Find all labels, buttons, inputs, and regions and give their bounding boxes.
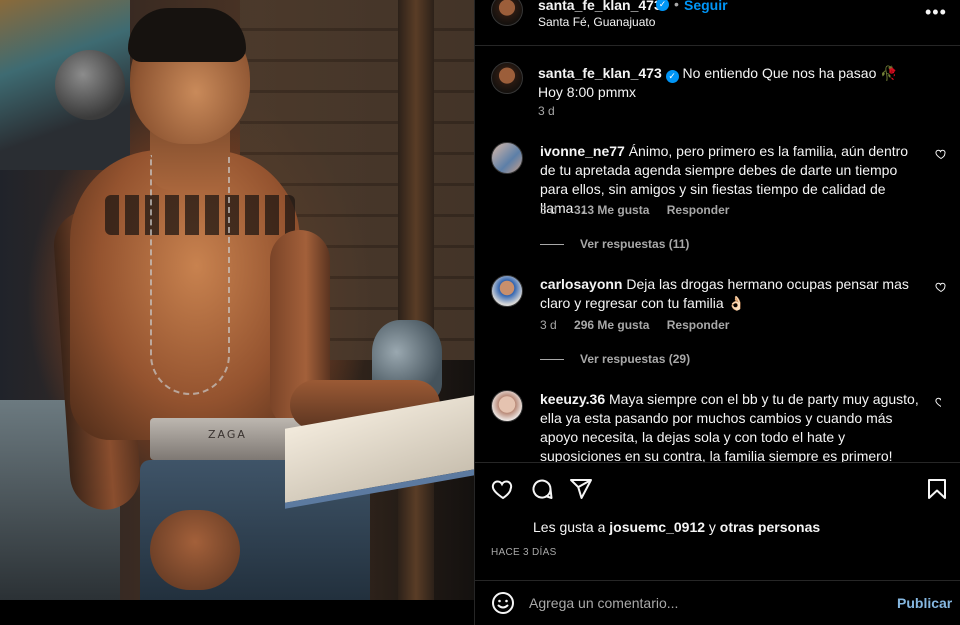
- comment-reply-button[interactable]: Responder: [667, 318, 730, 332]
- more-options-icon[interactable]: •••: [925, 2, 947, 23]
- comment-like-heart-icon[interactable]: [935, 396, 941, 408]
- comment-icon[interactable]: [530, 477, 554, 501]
- likes-others-link[interactable]: otras personas: [720, 519, 820, 535]
- author-username[interactable]: santa_fe_klan_473: [538, 0, 662, 13]
- view-replies-button[interactable]: Ver respuestas (11): [540, 237, 689, 251]
- likes-middle: y: [705, 519, 720, 535]
- commenter-username[interactable]: keeuzy.36: [540, 391, 605, 407]
- view-replies-button[interactable]: Ver respuestas (29): [540, 352, 690, 366]
- caption-author-avatar[interactable]: [491, 62, 523, 94]
- caption-line-1: No entiendo Que nos ha pasao 🥀: [682, 65, 898, 81]
- header-separator: •: [674, 0, 679, 12]
- comment-like-heart-icon[interactable]: [935, 281, 947, 293]
- caption-line-2: Hoy 8:00 pmmx: [538, 84, 637, 100]
- comment-text: keeuzy.36 Maya siempre con el bb y tu de…: [540, 390, 926, 462]
- post-photo[interactable]: ZAGA: [0, 0, 474, 600]
- view-replies-label: Ver respuestas (11): [580, 237, 690, 251]
- post-header: santa_fe_klan_473 ✓ • Seguir Santa Fé, G…: [475, 0, 960, 46]
- liker-avatar[interactable]: [505, 516, 525, 536]
- verified-badge-icon: ✓: [656, 0, 669, 11]
- comment-meta: 3 d 313 Me gusta Responder: [540, 203, 743, 217]
- photo-hair: [128, 8, 246, 62]
- publish-comment-button[interactable]: Publicar: [897, 595, 952, 611]
- share-icon[interactable]: [569, 477, 593, 501]
- comment-item: keeuzy.36 Maya siempre con el bb y tu de…: [491, 390, 941, 462]
- photo-pot: [55, 50, 125, 120]
- comment-text: carlosayonn Deja las drogas hermano ocup…: [540, 275, 920, 313]
- emoji-icon[interactable]: [491, 591, 515, 615]
- likes-text: Les gusta a josuemc_0912 y otras persona…: [533, 519, 820, 535]
- caption-text: santa_fe_klan_473 ✓ No entiendo Que nos …: [538, 64, 938, 101]
- comment-likes-count[interactable]: 313 Me gusta: [574, 203, 649, 217]
- view-replies-line: [540, 359, 564, 361]
- post-location[interactable]: Santa Fé, Guanajuato: [538, 15, 655, 29]
- commenter-avatar[interactable]: [491, 142, 523, 174]
- verified-badge-icon: ✓: [665, 70, 679, 83]
- photo-waistband-brand: ZAGA: [208, 428, 247, 441]
- likes-prefix: Les gusta a: [533, 519, 610, 535]
- photo-chain: [150, 155, 230, 395]
- comment-reply-button[interactable]: Responder: [667, 203, 730, 217]
- photo-wooden-beam: [398, 0, 434, 600]
- add-comment-bar: Publicar: [475, 580, 960, 625]
- follow-button[interactable]: Seguir: [684, 0, 728, 13]
- comment-input[interactable]: [529, 591, 879, 615]
- caption-username[interactable]: santa_fe_klan_473: [538, 65, 662, 81]
- comment-likes-count[interactable]: 296 Me gusta: [574, 318, 649, 332]
- commenter-username[interactable]: carlosayonn: [540, 276, 622, 292]
- commenter-avatar[interactable]: [491, 390, 523, 422]
- comment-like-heart-icon[interactable]: [935, 148, 947, 160]
- post-action-bar: [475, 462, 960, 514]
- comment-meta: 3 d 296 Me gusta Responder: [540, 318, 743, 332]
- heart-icon[interactable]: [491, 477, 515, 501]
- view-replies-line: [540, 244, 564, 246]
- author-avatar[interactable]: [491, 0, 523, 26]
- liker-username[interactable]: josuemc_0912: [609, 519, 705, 535]
- post-date[interactable]: HACE 3 DÍAS: [491, 547, 557, 558]
- view-replies-label: Ver respuestas (29): [580, 352, 691, 366]
- post-details-panel: santa_fe_klan_473 ✓ • Seguir Santa Fé, G…: [474, 0, 960, 625]
- commenter-avatar[interactable]: [491, 275, 523, 307]
- comment-timestamp[interactable]: 3 d: [540, 318, 557, 332]
- photo-hand: [150, 510, 240, 590]
- comment-timestamp[interactable]: 3 d: [540, 203, 557, 217]
- caption-timestamp[interactable]: 3 d: [538, 104, 555, 118]
- commenter-username[interactable]: ivonne_ne77: [540, 143, 625, 159]
- bookmark-icon[interactable]: [925, 477, 949, 501]
